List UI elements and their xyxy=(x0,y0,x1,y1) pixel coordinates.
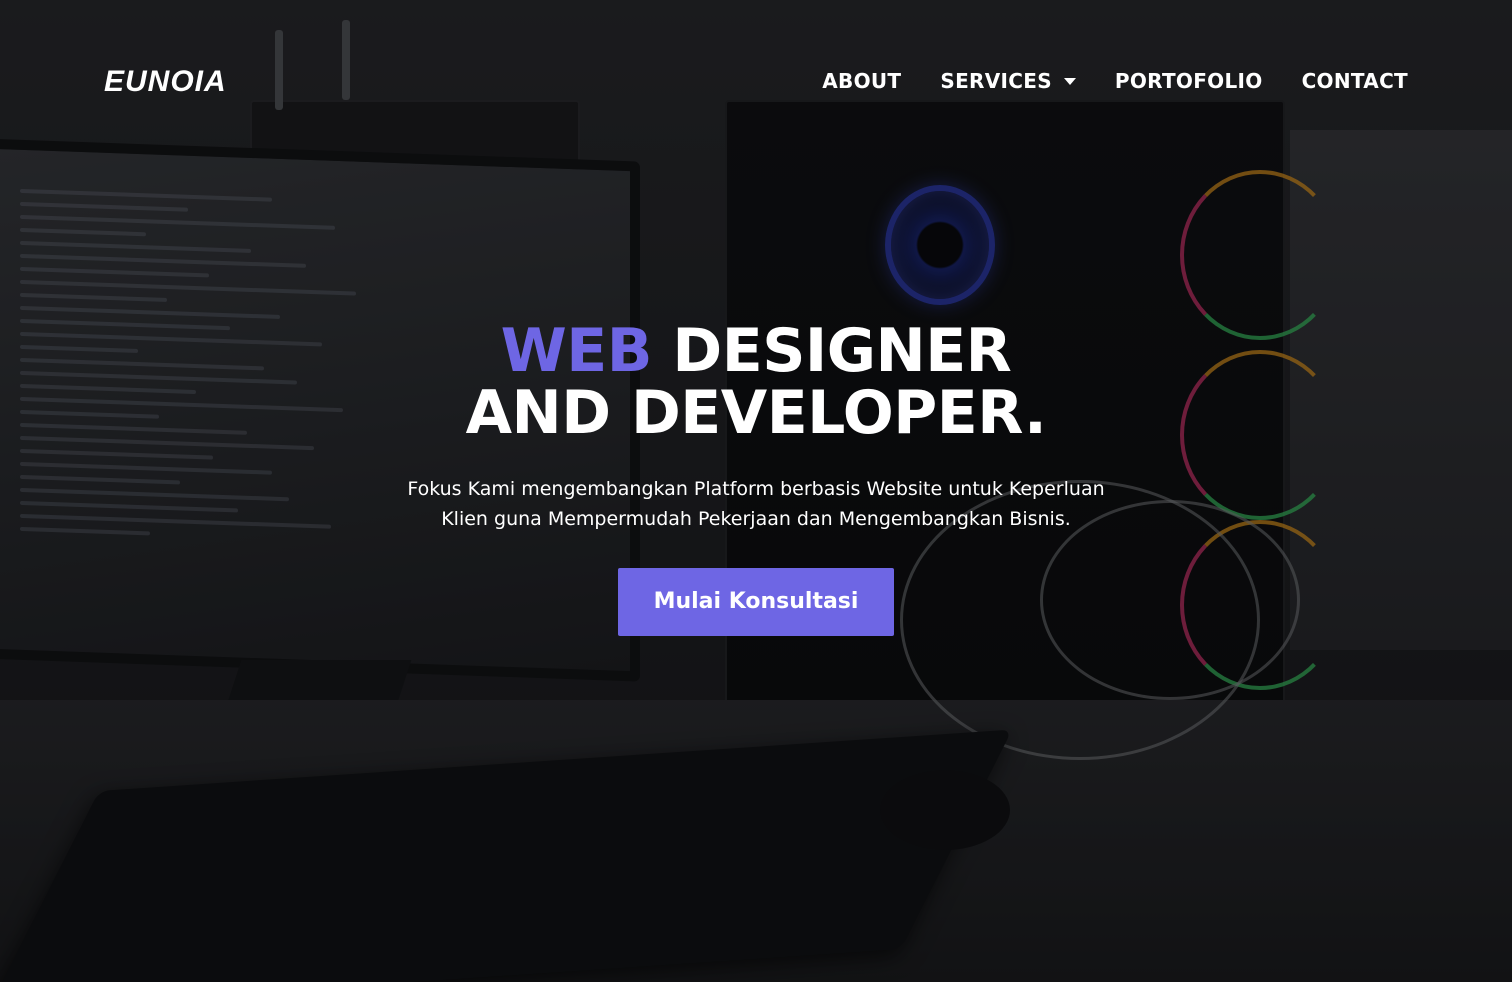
nav-item-label: ABOUT xyxy=(822,69,902,93)
hero-section: EUNOIA ABOUT SERVICES PORTOFOLIO CONTACT… xyxy=(0,0,1512,982)
subtitle-line2: Klien guna Mempermudah Pekerjaan dan Men… xyxy=(441,508,1071,530)
nav-item-portofolio[interactable]: PORTOFOLIO xyxy=(1115,66,1263,96)
nav-item-label: SERVICES xyxy=(940,69,1052,93)
logo-text: EUNOIA xyxy=(104,65,227,98)
nav-item-contact[interactable]: CONTACT xyxy=(1302,66,1408,96)
nav-item-about[interactable]: ABOUT xyxy=(822,66,901,96)
headline-line2: AND DEVELOPER. xyxy=(465,378,1047,448)
hero-headline: WEB DESIGNER AND DEVELOPER. xyxy=(0,320,1512,444)
hero-content: WEB DESIGNER AND DEVELOPER. Fokus Kami m… xyxy=(0,320,1512,636)
headline-rest: DESIGNER xyxy=(672,316,1012,386)
site-logo[interactable]: EUNOIA xyxy=(104,65,227,98)
nav-item-label: PORTOFOLIO xyxy=(1114,69,1263,93)
subtitle-line1: Fokus Kami mengembangkan Platform berbas… xyxy=(407,478,1105,500)
nav-item-label: CONTACT xyxy=(1301,69,1408,93)
site-header: EUNOIA ABOUT SERVICES PORTOFOLIO CONTACT xyxy=(0,0,1512,160)
consultation-button[interactable]: Mulai Konsultasi xyxy=(618,568,894,636)
main-nav: ABOUT SERVICES PORTOFOLIO CONTACT xyxy=(822,66,1408,96)
nav-item-services[interactable]: SERVICES xyxy=(940,66,1076,96)
chevron-down-icon xyxy=(1063,77,1076,85)
headline-accent: WEB xyxy=(500,316,653,386)
hero-subtitle: Fokus Kami mengembangkan Platform berbas… xyxy=(376,474,1136,534)
